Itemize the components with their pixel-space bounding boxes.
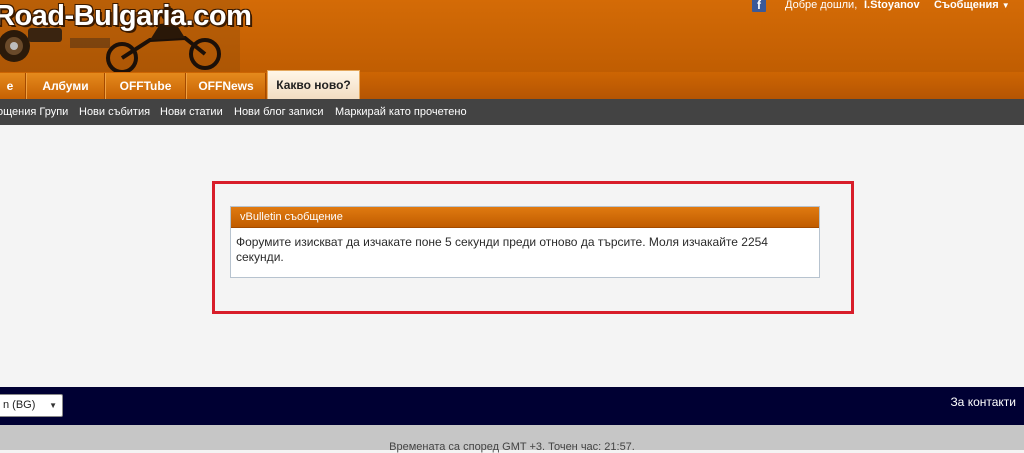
dropdown-arrow-icon: ▼ bbox=[49, 401, 57, 410]
tab-offnews[interactable]: OFFNews bbox=[186, 73, 266, 99]
subnav-new-blog-entries[interactable]: Нови блог записи bbox=[234, 99, 324, 125]
footer-bar: n (BG) ▼ За контакти bbox=[0, 387, 1024, 425]
subnav-mark-read[interactable]: Маркирай като прочетено bbox=[335, 99, 467, 125]
language-selected-value: n (BG) bbox=[3, 399, 36, 411]
tab-home[interactable]: е bbox=[0, 73, 26, 99]
tab-offtube[interactable]: OFFTube bbox=[105, 73, 186, 99]
username-link[interactable]: I.Stoyanov bbox=[864, 0, 920, 11]
message-title: vBulletin съобщение bbox=[231, 207, 819, 228]
tab-albums[interactable]: Албуми bbox=[26, 73, 105, 99]
vbulletin-message-box: vBulletin съобщение Форумите изискват да… bbox=[230, 206, 820, 278]
main-nav: е Албуми OFFTube OFFNews Какво ново? bbox=[0, 70, 1024, 99]
chevron-down-icon: ▼ bbox=[1001, 1, 1010, 10]
welcome-text: Добре дошли, bbox=[785, 0, 858, 11]
language-select[interactable]: n (BG) ▼ bbox=[0, 394, 63, 417]
site-logo[interactable]: Road-Bulgaria.com bbox=[0, 0, 252, 33]
messages-menu[interactable]: Съобщения ▼ bbox=[934, 0, 1010, 11]
messages-label: Съобщения bbox=[934, 0, 999, 11]
subnav-new-events[interactable]: Нови събития bbox=[79, 99, 150, 125]
subnav-new-articles[interactable]: Нови статии bbox=[160, 99, 223, 125]
message-body: Форумите изискват да изчакате поне 5 сек… bbox=[236, 235, 768, 264]
tab-whats-new[interactable]: Какво ново? bbox=[267, 70, 360, 99]
sub-nav: ощения Групи Нови събития Нови статии Но… bbox=[0, 99, 1024, 125]
subnav-groups-messages[interactable]: ощения Групи bbox=[0, 99, 68, 125]
facebook-icon[interactable]: f bbox=[752, 0, 766, 12]
contact-link[interactable]: За контакти bbox=[950, 395, 1016, 409]
footer-info: Времената са според GMT +3. Точен час: 2… bbox=[0, 425, 1024, 453]
timezone-text: Времената са според GMT +3. Точен час: 2… bbox=[389, 441, 635, 453]
site-header: Road-Bulgaria.com f Добре дошли, I.Stoya… bbox=[0, 0, 1024, 72]
